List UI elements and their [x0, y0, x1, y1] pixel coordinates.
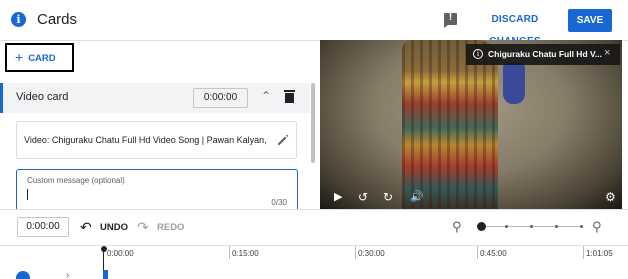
save-button[interactable]: SAVE [568, 9, 612, 32]
forward-icon[interactable]: ↻ [383, 191, 393, 203]
video-title: Chiguraku Chatu Full Hd V... [488, 49, 602, 59]
video-figure [402, 40, 498, 209]
video-title-bar: i Chiguraku Chatu Full Hd V... × [466, 44, 620, 65]
page-title: Cards [37, 11, 78, 28]
zoom-out-icon[interactable]: ⚲ [452, 219, 462, 235]
cards-track-icon [16, 271, 30, 279]
chevron-up-icon[interactable]: ⌃ [259, 89, 273, 103]
playhead-handle[interactable] [101, 246, 107, 252]
zoom-step [530, 225, 533, 228]
add-card-button[interactable]: + CARD [5, 43, 74, 72]
rewind-icon[interactable]: ↺ [358, 191, 368, 203]
undo-icon[interactable]: ↶ [80, 219, 92, 236]
info-icon[interactable]: i [473, 49, 483, 59]
ruler-tick-label: 0:30:00 [358, 249, 385, 258]
text-caret [27, 189, 28, 200]
character-count: 0/30 [271, 198, 287, 207]
timeline-divider [0, 209, 628, 210]
card-type-label: Video card [16, 91, 69, 103]
ruler-tick [229, 246, 230, 259]
card-start-time-input[interactable]: 0:00:00 [193, 88, 248, 108]
redo-button: REDO [157, 222, 185, 233]
ruler-tick-label: 0:45:00 [480, 249, 507, 258]
close-icon[interactable]: × [604, 47, 610, 59]
feedback-icon[interactable] [444, 12, 457, 28]
card-marker[interactable] [103, 270, 108, 279]
cards-panel: + CARD Video card 0:00:00 ⌃ Video: Chigur… [0, 41, 317, 209]
trash-icon[interactable] [284, 90, 295, 103]
play-icon[interactable]: ▶ [334, 191, 342, 203]
timeline-ruler [0, 245, 628, 246]
custom-message-placeholder: Custom message (optional) [27, 176, 125, 185]
info-icon[interactable]: i [11, 12, 26, 27]
selected-video-text: Video: Chiguraku Chatu Full Hd Video Son… [24, 135, 268, 145]
zoom-in-icon[interactable]: ⚲ [592, 219, 602, 235]
ruler-tick [583, 246, 584, 259]
volume-icon[interactable]: 🔊 [410, 191, 424, 203]
current-time-input[interactable]: 0:00:00 [17, 217, 69, 237]
ruler-tick [477, 246, 478, 259]
ruler-tick [355, 246, 356, 259]
video-object [503, 62, 525, 104]
zoom-step [555, 225, 558, 228]
zoom-step [580, 225, 583, 228]
zoom-step [505, 225, 508, 228]
selected-video-field[interactable]: Video: Chiguraku Chatu Full Hd Video Son… [16, 121, 297, 159]
ruler-tick-label: 1:01:05 [586, 249, 613, 258]
add-card-label: CARD [28, 53, 56, 64]
panel-scrollbar[interactable] [311, 83, 315, 163]
gear-icon[interactable]: ⚙ [605, 191, 616, 203]
chevron-right-icon[interactable]: › [66, 270, 69, 279]
ruler-tick-label: 0:15:00 [232, 249, 259, 258]
custom-message-field[interactable]: Custom message (optional) 0/30 [16, 169, 298, 209]
redo-icon: ↷ [137, 219, 149, 235]
video-player[interactable]: i Chiguraku Chatu Full Hd V... × ▶ ↺ ↻ 🔊… [320, 40, 622, 209]
pencil-icon[interactable] [276, 133, 290, 147]
plus-icon: + [15, 49, 24, 65]
card-header[interactable]: Video card 0:00:00 ⌃ [0, 83, 310, 113]
ruler-tick-label: 0:00:00 [107, 249, 134, 258]
page-header: i Cards DISCARD CHANGES SAVE [0, 0, 628, 47]
undo-button[interactable]: UNDO [100, 222, 128, 233]
zoom-slider-handle[interactable] [477, 222, 486, 231]
discard-changes-button[interactable]: DISCARD CHANGES [468, 9, 562, 47]
